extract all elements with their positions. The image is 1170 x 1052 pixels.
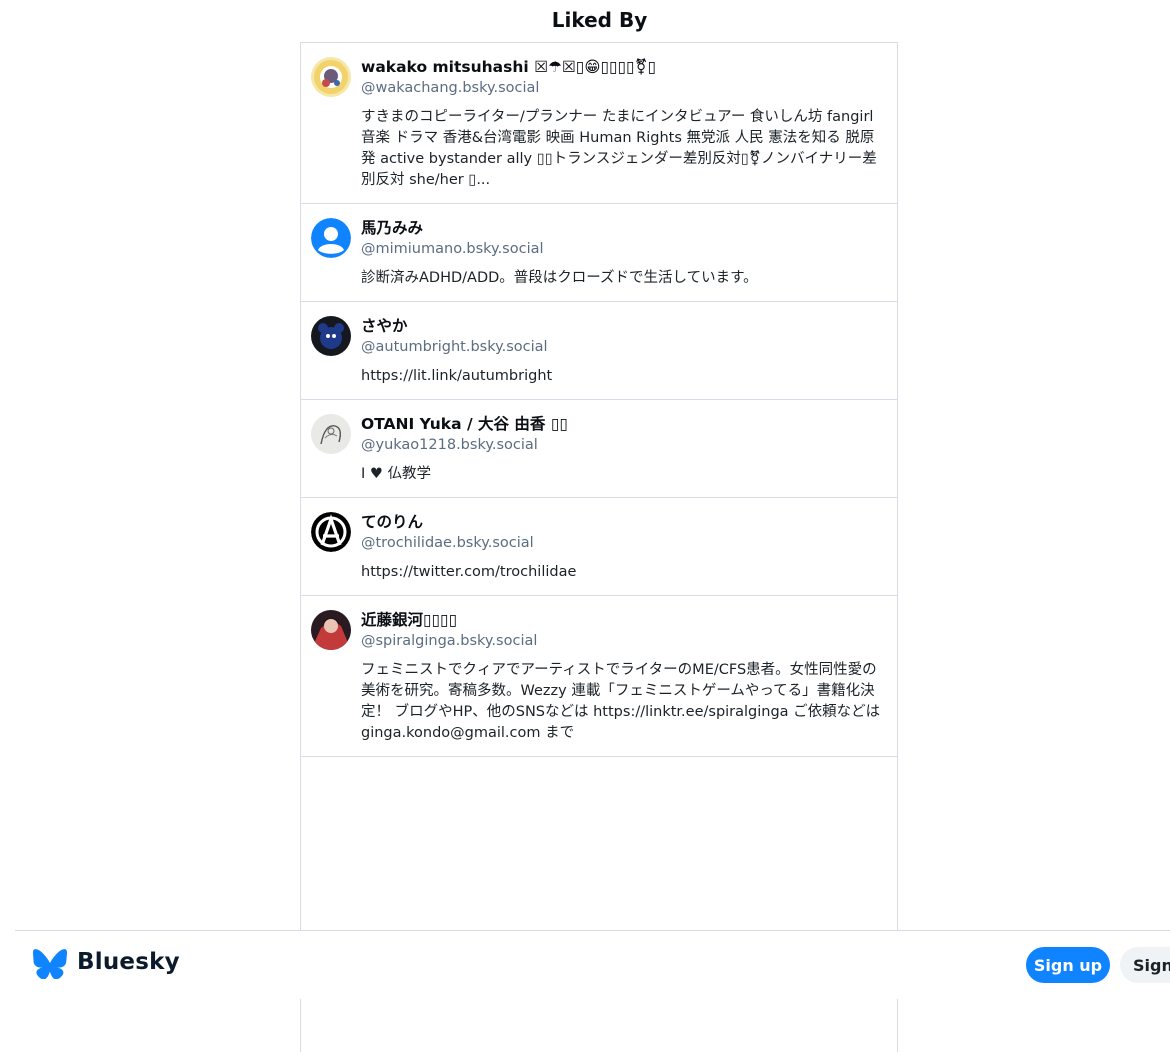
profile-bio: 診断済みADHD/ADD。普段はクローズドで生活しています。 bbox=[361, 270, 758, 286]
anarchy-symbol-avatar-icon[interactable] bbox=[311, 512, 351, 552]
profile-bio: すきまのコピーライター/プランナー たまにインタビュアー 食いしん坊 fangi… bbox=[361, 109, 877, 188]
profile-bio: フェミニストでクィアでアーティストでライターのME/CFS患者。女性同性愛の美術… bbox=[361, 662, 881, 741]
sketch-avatar-icon[interactable] bbox=[311, 414, 351, 454]
profile-bio: https://twitter.com/trochilidae bbox=[361, 564, 577, 580]
list-item[interactable]: てのりん @trochilidae.bsky.social https://tw… bbox=[301, 498, 897, 596]
profile-bio: I ♥ 仏教学 bbox=[361, 466, 431, 482]
profile-handle: @mimiumano.bsky.social bbox=[361, 241, 544, 257]
profile-name: てのりん bbox=[361, 513, 424, 531]
brand-name[interactable]: Bluesky bbox=[77, 949, 180, 975]
photo-avatar-icon[interactable] bbox=[311, 610, 351, 650]
profile-bio: https://lit.link/autumbright bbox=[361, 368, 553, 384]
profile-handle: @trochilidae.bsky.social bbox=[361, 535, 534, 551]
list-item[interactable]: wakako mitsuhashi ☒☂☒▯😁▯▯▯▯⚧▯ @wakachang… bbox=[301, 43, 897, 204]
sign-up-button[interactable]: Sign up bbox=[1026, 947, 1110, 983]
default-user-avatar-icon[interactable] bbox=[311, 218, 351, 258]
bottom-signup-bar: Bluesky Sign up Sign in bbox=[15, 930, 1170, 999]
butterfly-logo-icon[interactable] bbox=[33, 949, 67, 980]
profile-name: 近藤銀河▯▯▯▯ bbox=[361, 611, 458, 629]
liked-by-list: wakako mitsuhashi ☒☂☒▯😁▯▯▯▯⚧▯ @wakachang… bbox=[300, 42, 898, 1052]
profile-name: 馬乃みみ bbox=[361, 219, 424, 237]
blue-bear-avatar-icon[interactable] bbox=[311, 316, 351, 356]
profile-name: OTANI Yuka / 大谷 由香 ▯▯ bbox=[361, 415, 568, 433]
profile-name: さやか bbox=[361, 317, 408, 335]
page-title: Liked By bbox=[551, 8, 648, 32]
profile-handle: @autumbright.bsky.social bbox=[361, 339, 548, 355]
list-item[interactable]: 馬乃みみ @mimiumano.bsky.social 診断済みADHD/ADD… bbox=[301, 204, 897, 302]
flower-avatar-icon[interactable] bbox=[311, 57, 351, 97]
list-item[interactable]: 近藤銀河▯▯▯▯ @spiralginga.bsky.social フェミニスト… bbox=[301, 596, 897, 757]
list-item[interactable]: さやか @autumbright.bsky.social https://lit… bbox=[301, 302, 897, 400]
profile-handle: @yukao1218.bsky.social bbox=[361, 437, 538, 453]
profile-name: wakako mitsuhashi ☒☂☒▯😁▯▯▯▯⚧▯ bbox=[361, 58, 657, 76]
list-item[interactable]: OTANI Yuka / 大谷 由香 ▯▯ @yukao1218.bsky.so… bbox=[301, 400, 897, 498]
profile-handle: @spiralginga.bsky.social bbox=[361, 633, 538, 649]
sign-in-button[interactable]: Sign in bbox=[1120, 947, 1170, 983]
profile-handle: @wakachang.bsky.social bbox=[361, 80, 540, 96]
